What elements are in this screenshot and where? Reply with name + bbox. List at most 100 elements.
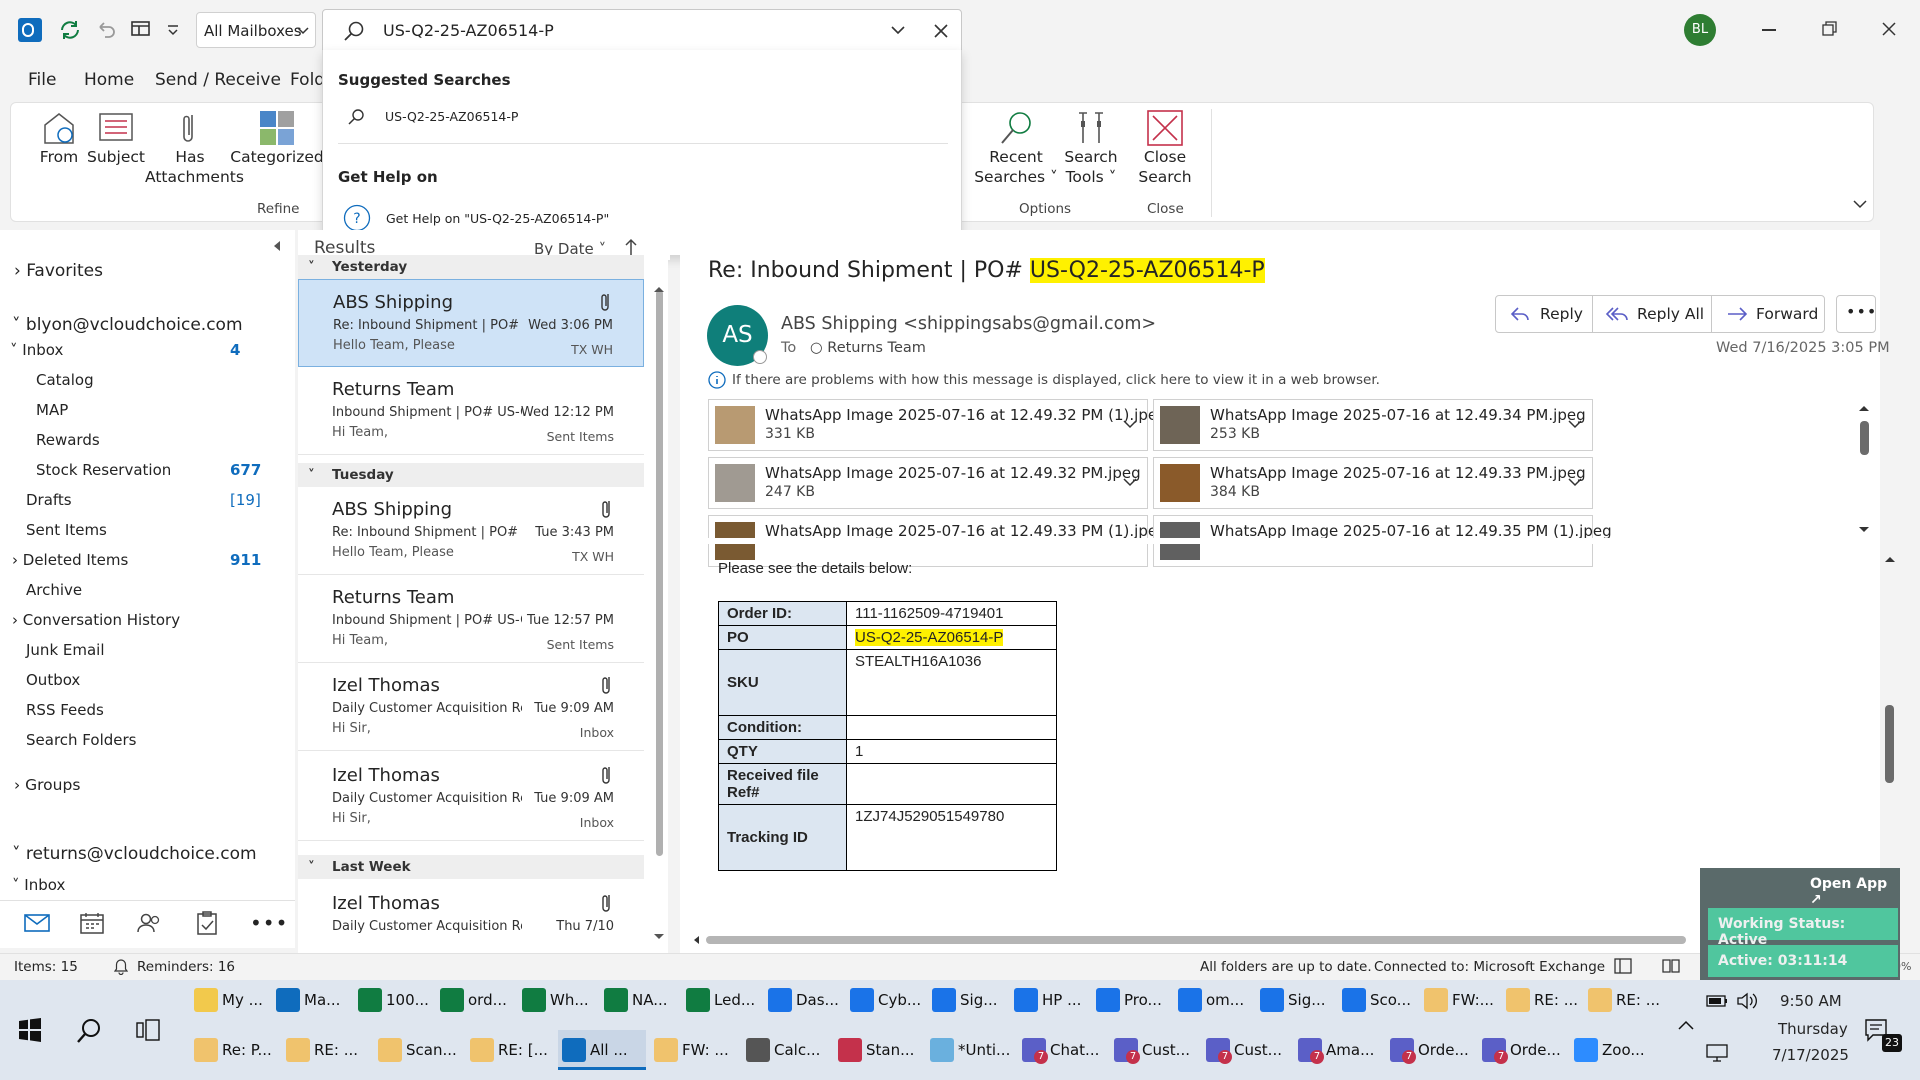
reading-view-icon[interactable] <box>1662 958 1680 974</box>
has-attachments-button[interactable]: Has Attachments <box>145 109 244 187</box>
collapse-pane-icon[interactable] <box>272 240 282 252</box>
attachment-menu-chevron-icon[interactable] <box>1123 478 1137 488</box>
folder-item[interactable]: RSS Feeds <box>26 701 262 719</box>
folder-item[interactable]: ˅ Inbox <box>10 341 262 359</box>
groups-header[interactable]: › Groups <box>14 776 80 794</box>
taskbar-app-button[interactable]: Sig... <box>1256 980 1334 1020</box>
menu-send-receive[interactable]: Send / Receive <box>155 70 281 90</box>
taskbar-app-button[interactable]: 100... <box>354 980 432 1020</box>
minimize-icon[interactable] <box>1762 29 1776 31</box>
people-icon[interactable] <box>136 912 162 934</box>
sync-icon[interactable] <box>58 18 82 42</box>
folder-item[interactable]: Rewards <box>36 431 262 449</box>
sender-address[interactable]: ABS Shipping <shippingsabs@gmail.com> <box>781 314 1156 334</box>
taskbar-app-button[interactable]: Wh... <box>518 980 596 1020</box>
folder-item[interactable]: Stock Reservation <box>36 461 262 479</box>
search-options-chevron-icon[interactable] <box>891 26 905 36</box>
open-app-link[interactable]: Open App ↗ <box>1810 876 1900 908</box>
taskbar-app-button[interactable]: *Unti... <box>926 1030 1014 1070</box>
taskbar-app-button[interactable]: om... <box>1174 980 1252 1020</box>
calendar-icon[interactable] <box>80 912 104 934</box>
taskbar-app-button[interactable]: 7 Orde... <box>1386 1030 1474 1070</box>
attachment-card[interactable]: WhatsApp Image 2025-07-16 at 12.49.33 PM… <box>1153 457 1593 509</box>
close-window-icon[interactable] <box>1881 21 1897 37</box>
close-search-button[interactable]: Close Search <box>1125 109 1205 187</box>
taskbar-app-button[interactable]: Ma... <box>272 980 350 1020</box>
taskbar-search-icon[interactable] <box>76 1018 102 1044</box>
attachment-card[interactable]: WhatsApp Image 2025-07-16 at 12.49.32 PM… <box>708 399 1167 451</box>
taskbar-app-button[interactable]: Cyb... <box>846 980 924 1020</box>
network-icon[interactable] <box>1706 1044 1728 1062</box>
message-group-header[interactable]: ˅ Tuesday <box>298 463 644 487</box>
taskbar-app-button[interactable]: 7 Chat... <box>1018 1030 1106 1070</box>
tasks-icon[interactable] <box>196 911 218 935</box>
message-list-item[interactable]: Returns Team Inbound Shipment | PO# US-Q.… <box>298 367 644 455</box>
folder-item[interactable]: › Conversation History <box>12 611 262 629</box>
taskbar-app-button[interactable]: Calc... <box>742 1030 830 1070</box>
taskbar-app-button[interactable]: RE: ... <box>282 1030 370 1070</box>
taskbar-app-button[interactable]: Re: P... <box>190 1030 278 1070</box>
attachment-menu-chevron-icon[interactable] <box>1568 478 1582 488</box>
taskbar-app-button[interactable]: HP ... <box>1010 980 1088 1020</box>
forward-button[interactable]: Forward <box>1711 295 1825 333</box>
taskbar-app-button[interactable]: Das... <box>764 980 842 1020</box>
taskbar-app-button[interactable]: 7 Orde... <box>1478 1030 1566 1070</box>
taskbar-app-button[interactable]: Sco... <box>1338 980 1416 1020</box>
favorites-header[interactable]: › Favorites <box>14 261 103 281</box>
taskbar-app-button[interactable]: Stan... <box>834 1030 922 1070</box>
normal-view-icon[interactable] <box>1614 958 1632 974</box>
taskbar-app-button[interactable]: FW:... <box>1420 980 1498 1020</box>
undo-icon[interactable] <box>94 18 116 40</box>
volume-icon[interactable] <box>1736 992 1760 1010</box>
taskbar-app-button[interactable]: RE: ... <box>1584 980 1662 1020</box>
reply-all-button[interactable]: Reply All <box>1592 295 1712 333</box>
search-box[interactable]: US-Q2-25-AZ06514-P <box>322 9 962 51</box>
taskbar-app-button[interactable]: RE: [... <box>466 1030 554 1070</box>
taskbar-app-button[interactable]: FW: ... <box>650 1030 738 1070</box>
ribbon-collapse-icon[interactable] <box>1853 199 1867 209</box>
taskbar-app-button[interactable]: My ... <box>190 980 268 1020</box>
taskbar-app-button[interactable]: 7 Cust... <box>1110 1030 1198 1070</box>
attachment-card[interactable]: WhatsApp Image 2025-07-16 at 12.49.32 PM… <box>708 457 1148 509</box>
mail-icon[interactable] <box>24 913 50 933</box>
taskbar-app-button[interactable]: RE: ... <box>1502 980 1580 1020</box>
search-tools-button[interactable]: Search Tools ˅ <box>1051 109 1131 187</box>
message-list-item[interactable]: Izel Thomas Daily Customer Acquisition Re… <box>298 663 644 751</box>
search-input[interactable]: US-Q2-25-AZ06514-P <box>383 21 554 40</box>
taskbar-app-button[interactable]: All ... <box>558 1030 646 1070</box>
message-group-header[interactable]: ˅ Yesterday <box>298 255 644 279</box>
categorized-button[interactable]: Categorized <box>227 109 327 167</box>
folder-item[interactable]: › Deleted Items <box>12 551 262 569</box>
clear-search-icon[interactable] <box>933 23 949 39</box>
menu-home[interactable]: Home <box>84 70 134 90</box>
recipient[interactable]: ○ Returns Team <box>810 340 926 356</box>
from-button[interactable]: From <box>29 109 89 167</box>
reply-button[interactable]: Reply <box>1495 295 1593 333</box>
info-bar[interactable]: If there are problems with how this mess… <box>708 370 1708 392</box>
user-avatar[interactable]: BL <box>1684 14 1716 46</box>
message-list-item[interactable]: Izel Thomas Daily Customer Acquisition Re… <box>298 753 644 841</box>
more-actions-button[interactable]: ••• <box>1836 295 1876 333</box>
taskbar-app-button[interactable]: NA... <box>600 980 678 1020</box>
taskbar-app-button[interactable]: Led... <box>682 980 760 1020</box>
battery-icon[interactable] <box>1706 994 1728 1008</box>
attachments-scroll-down-icon[interactable] <box>1858 526 1870 534</box>
attachment-card[interactable]: WhatsApp Image 2025-07-16 at 12.49.34 PM… <box>1153 399 1593 451</box>
mailbox-scope-select[interactable]: All Mailboxes <box>196 12 316 48</box>
attachments-scrollbar[interactable] <box>1860 421 1869 455</box>
attachments-scroll-up-icon[interactable] <box>1858 404 1870 412</box>
horizontal-scrollbar[interactable] <box>692 935 1692 945</box>
folder-item[interactable]: Drafts <box>26 491 262 509</box>
clock-time[interactable]: 9:50 AM <box>1780 992 1842 1010</box>
message-list-item[interactable]: Returns Team Inbound Shipment | PO# US-Q.… <box>298 575 644 663</box>
layout-icon[interactable] <box>130 19 152 39</box>
folder-item[interactable]: Sent Items <box>26 521 262 539</box>
taskbar-app-button[interactable]: ord... <box>436 980 514 1020</box>
message-list-scrollbar[interactable] <box>656 290 663 856</box>
subject-button[interactable]: Subject <box>81 109 151 167</box>
scroll-up-icon[interactable] <box>653 285 665 293</box>
taskbar-app-button[interactable]: 7 Cust... <box>1202 1030 1290 1070</box>
folder-inbox-returns[interactable]: ˅ Inbox <box>12 876 65 894</box>
taskbar-app-button[interactable]: Pro... <box>1092 980 1170 1020</box>
more-apps-icon[interactable]: ••• <box>250 911 288 935</box>
